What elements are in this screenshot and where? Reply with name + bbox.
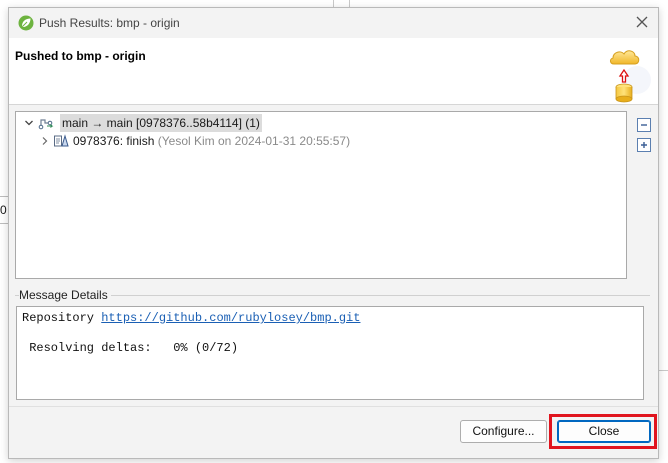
background-divider xyxy=(659,370,668,371)
window-title: Push Results: bmp - origin xyxy=(39,16,180,30)
footer-separator xyxy=(9,406,658,407)
commit-label: 0978376: finish (Yesol Kim on 2024-01-31… xyxy=(73,132,350,150)
message-details-text[interactable]: Repository https://github.com/rubylosey/… xyxy=(16,306,644,400)
spring-leaf-icon xyxy=(18,15,34,31)
collapse-all-button[interactable] xyxy=(637,118,651,132)
push-results-tree[interactable]: main → main [0978376..58b4114] (1) 09783… xyxy=(15,111,627,279)
background-divider xyxy=(349,0,350,7)
commit-author-date: (Yesol Kim on 2024-01-31 20:55:57) xyxy=(157,134,351,148)
close-button[interactable]: Close xyxy=(557,420,651,443)
commit-icon xyxy=(54,134,69,147)
commit-id-message: 0978376: finish xyxy=(73,134,155,148)
branch-icon xyxy=(38,119,54,130)
page-title: Pushed to bmp - origin xyxy=(15,49,146,63)
background-divider xyxy=(333,0,334,7)
chevron-right-icon[interactable] xyxy=(40,136,50,146)
chevron-down-icon[interactable] xyxy=(24,118,34,128)
collapse-all-icon xyxy=(641,124,647,126)
repository-label: Repository xyxy=(22,311,95,325)
close-icon[interactable] xyxy=(634,14,650,30)
message-details-label: Message Details xyxy=(19,288,111,302)
dialog-header: Pushed to bmp - origin xyxy=(9,38,658,105)
expand-all-button[interactable] xyxy=(637,138,651,152)
title-bar: Push Results: bmp - origin xyxy=(9,8,658,38)
push-to-cloud-icon xyxy=(610,50,651,103)
expand-all-icon xyxy=(641,142,647,148)
progress-line: Resolving deltas: 0% (0/72) xyxy=(22,341,239,355)
push-results-dialog: Push Results: bmp - origin Pushed to bmp… xyxy=(8,7,659,459)
repository-link[interactable]: https://github.com/rubylosey/bmp.git xyxy=(101,311,360,325)
branch-ref-label: main → main [0978376..58b4114] (1) xyxy=(60,114,262,132)
configure-button[interactable]: Configure... xyxy=(460,420,547,443)
